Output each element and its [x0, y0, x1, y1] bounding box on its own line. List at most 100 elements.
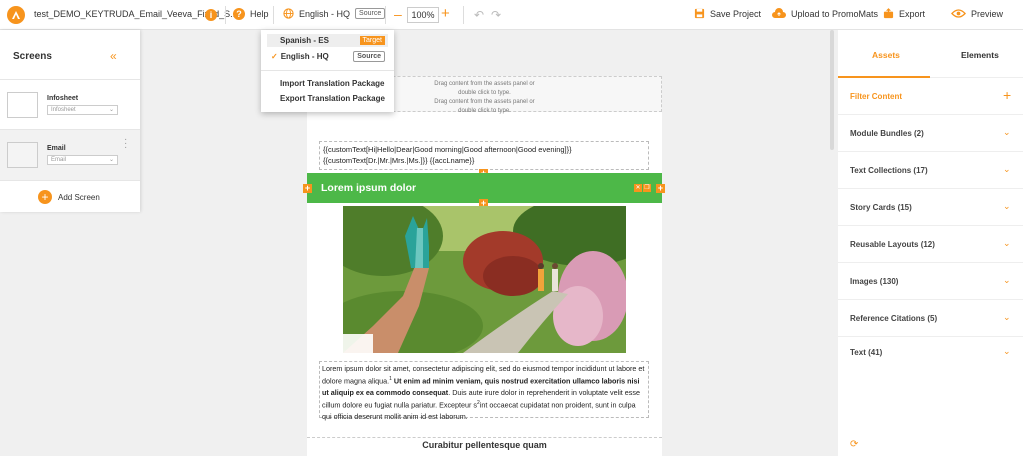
body-text-block[interactable]: Lorem ipsum dolor sit amet, consectetur … — [319, 361, 649, 421]
app-logo[interactable] — [7, 6, 25, 24]
section-label: Story Cards (15) — [850, 203, 912, 212]
divider — [463, 6, 464, 24]
section-label: Text (41) — [850, 348, 883, 357]
refresh-icon[interactable]: ⟳ — [850, 439, 858, 450]
greeting-line: {{customText[Hi|Hello|Dear|Good morning|… — [323, 145, 572, 154]
info-icon[interactable]: i — [205, 9, 217, 21]
save-icon — [694, 8, 705, 19]
redo-icon[interactable]: ↷ — [491, 8, 501, 22]
target-badge: Target — [359, 36, 385, 45]
screen-type-value: Email — [51, 157, 67, 163]
add-screen-label: Add Screen — [58, 192, 100, 202]
language-option-english[interactable]: ✓ English - HQ Source — [267, 50, 388, 63]
option-label: English - HQ — [280, 52, 329, 61]
checkmark-icon: ✓ — [271, 52, 278, 61]
export-translation-item[interactable]: Export Translation Package — [280, 94, 385, 103]
section-label: Reusable Layouts (12) — [850, 240, 935, 249]
screens-title: Screens — [13, 51, 52, 62]
zoom-out-button[interactable]: – — [394, 6, 402, 22]
source-badge: Source — [353, 51, 385, 62]
divider — [225, 6, 226, 24]
delete-icon[interactable]: ✕ — [634, 184, 642, 192]
divider — [273, 6, 274, 24]
copy-icon[interactable]: ❐ — [643, 184, 651, 192]
export-label: Export — [899, 8, 926, 19]
add-block-left-icon[interactable]: + — [303, 184, 312, 193]
chevron-down-icon: ⌄ — [1003, 346, 1011, 356]
section-label: Reference Citations (5) — [850, 314, 938, 323]
section-label: Text Collections (17) — [850, 166, 928, 175]
screen-thumbnail[interactable] — [7, 92, 38, 118]
export-icon — [883, 8, 894, 19]
screens-panel: Screens « Infosheet Infosheet ⌄ Email Em… — [0, 30, 140, 212]
section-story-cards[interactable]: Story Cards (15) ⌄ — [838, 189, 1023, 226]
divider — [261, 70, 394, 71]
section-label: Module Bundles (2) — [850, 129, 924, 138]
language-option-spanish[interactable]: Spanish - ES Target — [267, 34, 388, 47]
screen-type-select[interactable]: Email ⌄ — [47, 155, 118, 165]
export-button[interactable]: Export — [883, 8, 925, 19]
filter-content-label: Filter Content — [850, 92, 902, 101]
option-label: Spanish - ES — [280, 36, 329, 45]
chevron-down-icon: ⌄ — [1003, 275, 1011, 285]
chevron-down-icon: ⌄ — [108, 107, 114, 113]
block-tools: ✕ ❐ — [634, 184, 651, 192]
divider — [385, 6, 386, 24]
language-menu: Spanish - ES Target ✓ English - HQ Source… — [261, 30, 394, 112]
divider — [0, 180, 140, 181]
section-images[interactable]: Images (130) ⌄ — [838, 263, 1023, 300]
language-selector[interactable]: English - HQ Source — [283, 8, 386, 19]
add-screen-button[interactable]: + Add Screen — [38, 190, 100, 204]
section-reference-citations[interactable]: Reference Citations (5) ⌄ — [838, 300, 1023, 337]
screen-name-email: Email — [47, 145, 66, 152]
import-translation-item[interactable]: Import Translation Package — [280, 79, 384, 88]
cloud-upload-icon — [772, 8, 786, 18]
upload-label: Upload to PromoMats — [791, 8, 879, 19]
heading-text: Lorem ipsum dolor — [321, 182, 417, 194]
undo-icon[interactable]: ↶ — [474, 8, 484, 22]
filter-content-row[interactable]: Filter Content + — [838, 78, 1023, 115]
scrollbar-thumb[interactable] — [830, 30, 834, 150]
section-label: Images (130) — [850, 277, 899, 286]
language-label: English - HQ — [299, 8, 351, 19]
add-block-right-icon[interactable]: + — [656, 184, 665, 193]
source-badge: Source — [355, 8, 386, 19]
divider — [0, 79, 140, 80]
save-project-button[interactable]: Save Project — [694, 8, 761, 19]
upload-button[interactable]: Upload to PromoMats — [772, 8, 878, 19]
screen-type-value: Infosheet — [51, 107, 76, 113]
eye-icon — [951, 9, 966, 18]
section-text-collections[interactable]: Text Collections (17) ⌄ — [838, 152, 1023, 189]
chevron-down-icon: ⌄ — [1003, 312, 1011, 322]
chevron-down-icon: ⌄ — [108, 157, 114, 163]
plus-icon[interactable]: + — [1003, 87, 1011, 103]
screen-name-infosheet: Infosheet — [47, 95, 79, 102]
top-toolbar: test_DEMO_KEYTRUDA_Email_Veeva_Fixed_S..… — [0, 0, 1023, 30]
greeting-text-block[interactable]: {{customText[Hi|Hello|Dear|Good morning|… — [319, 141, 649, 170]
section-reusable-layouts[interactable]: Reusable Layouts (12) ⌄ — [838, 226, 1023, 263]
garden-photo[interactable] — [343, 206, 626, 353]
collapse-panel-icon[interactable]: « — [110, 49, 117, 63]
zoom-input[interactable]: 100% — [407, 7, 439, 23]
preview-label: Preview — [971, 8, 1004, 19]
chevron-down-icon: ⌄ — [1003, 127, 1011, 137]
tab-assets[interactable]: Assets — [872, 50, 900, 60]
preview-button[interactable]: Preview — [951, 8, 1003, 19]
screen-type-select[interactable]: Infosheet ⌄ — [47, 105, 118, 115]
help-label: Help — [250, 9, 269, 19]
more-options-icon[interactable]: · · · — [124, 135, 127, 153]
chevron-down-icon: ⌄ — [1003, 238, 1011, 248]
tab-elements[interactable]: Elements — [961, 50, 999, 60]
footnote-ref[interactable]: 1 — [389, 376, 392, 382]
section-heading[interactable]: Curabitur pellentesque quam — [307, 437, 662, 456]
help-icon: ? — [233, 8, 245, 20]
screen-thumbnail[interactable] — [7, 142, 38, 168]
section-text[interactable]: Text (41) ⌄ — [838, 334, 1023, 371]
zoom-in-button[interactable]: + — [441, 5, 450, 22]
globe-icon — [283, 8, 294, 19]
save-label: Save Project — [710, 8, 762, 19]
help-button[interactable]: ? Help — [233, 8, 269, 20]
plus-icon: + — [38, 190, 52, 204]
section-module-bundles[interactable]: Module Bundles (2) ⌄ — [838, 115, 1023, 152]
chevron-down-icon: ⌄ — [1003, 201, 1011, 211]
